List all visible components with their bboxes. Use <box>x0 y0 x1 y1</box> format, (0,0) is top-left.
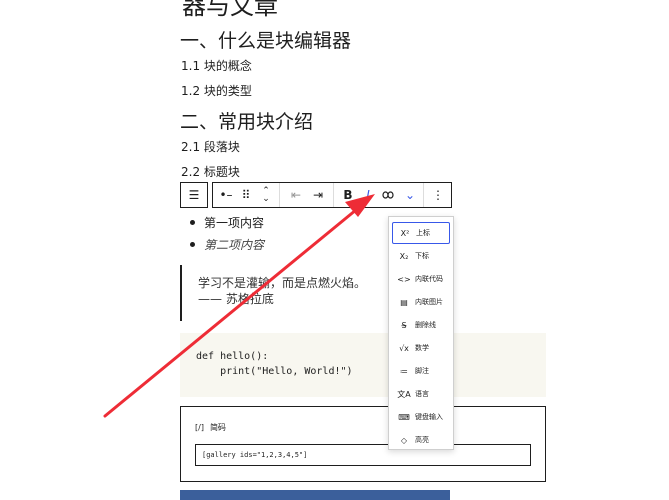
outdent-icon[interactable]: ⇤ <box>285 183 307 207</box>
language-icon: 文A <box>397 389 411 399</box>
bold-button[interactable]: B <box>337 183 359 207</box>
list-item[interactable]: 第一项内容 <box>190 212 264 234</box>
shortcode-icon: [/] <box>195 423 204 432</box>
shortcode-input[interactable]: [gallery ids="1,2,3,4,5"] <box>195 444 531 466</box>
menu-item-label: 内联图片 <box>415 298 443 306</box>
block-type-icon[interactable]: ☰ <box>183 183 205 207</box>
menu-item-label: 高亮 <box>415 436 429 444</box>
heading-paragraph-block[interactable]: 2.1 段落块 <box>181 138 240 155</box>
strikethrough-icon: S̶ <box>401 320 407 330</box>
drag-handle-icon[interactable]: ⠿ <box>235 183 257 207</box>
menu-item-label: 数学 <box>415 344 429 352</box>
menu-item-keyboard-input[interactable]: ⌨ 键盘输入 <box>392 406 450 428</box>
quote-citation: —— 苏格拉底 <box>198 292 274 306</box>
code-content: def hello(): print("Hello, World!") <box>196 351 353 377</box>
menu-item-subscript[interactable]: X₂ 下标 <box>392 245 450 267</box>
move-up-down-icon[interactable]: ⌃ ⌄ <box>255 183 277 207</box>
more-formats-dropdown: X² 上标 X₂ 下标 <> 内联代码 ▤ 内联图片 S̶ 删除线 √x 数学 … <box>388 216 454 450</box>
image-icon: ▤ <box>400 297 408 307</box>
menu-item-label: 内联代码 <box>415 275 443 283</box>
quote-block[interactable]: 学习不是灌输，而是点燃火焰。 —— 苏格拉底 <box>180 265 387 321</box>
footnote-icon: ≔ <box>400 366 408 376</box>
menu-item-label: 上标 <box>416 229 430 237</box>
list-item-text: 第一项内容 <box>204 216 265 230</box>
shortcode-block[interactable]: [/] 简码 [gallery ids="1,2,3,4,5"] <box>180 406 546 482</box>
heading-block-types[interactable]: 1.2 块的类型 <box>181 82 252 99</box>
menu-item-label: 键盘输入 <box>415 413 443 421</box>
heading-block-concept[interactable]: 1.1 块的概念 <box>181 57 252 74</box>
heading-what-is-block-editor[interactable]: 一、什么是块编辑器 <box>180 26 351 53</box>
toolbar-group-main: •– ⠿ ⌃ ⌄ ⇤ ⇥ B I ⌄ ⋮ <box>212 182 452 208</box>
menu-item-language[interactable]: 文A 语言 <box>392 383 450 405</box>
quote-text: 学习不是灌输，而是点燃火焰。 <box>198 276 367 290</box>
menu-item-footnote[interactable]: ≔ 脚注 <box>392 360 450 382</box>
menu-item-label: 语言 <box>415 390 429 398</box>
link-button[interactable] <box>377 183 399 207</box>
code-icon: <> <box>397 274 411 284</box>
gallery-image-strip <box>180 490 450 500</box>
math-icon: √x <box>399 343 409 353</box>
toolbar-group-type: ☰ <box>180 182 208 208</box>
subscript-icon: X₂ <box>399 251 409 261</box>
list-item-text: 第二项内容 <box>204 238 265 252</box>
italic-button[interactable]: I <box>357 183 379 207</box>
list-block[interactable]: 第一项内容 第二项内容 <box>190 212 264 256</box>
superscript-icon: X² <box>400 228 410 238</box>
code-block[interactable]: def hello(): print("Hello, World!") <box>180 333 546 397</box>
menu-item-strikethrough[interactable]: S̶ 删除线 <box>392 314 450 336</box>
options-icon[interactable]: ⋮ <box>427 183 449 207</box>
heading-common-blocks[interactable]: 二、常用块介绍 <box>180 107 313 134</box>
highlight-icon: ◇ <box>400 435 408 445</box>
list-style-icon[interactable]: •– <box>215 183 237 207</box>
keyboard-icon: ⌨ <box>398 412 410 422</box>
shortcode-label: [/] 简码 <box>195 423 226 432</box>
list-item[interactable]: 第二项内容 <box>190 234 264 256</box>
menu-item-math[interactable]: √x 数学 <box>392 337 450 359</box>
menu-item-inline-code[interactable]: <> 内联代码 <box>392 268 450 290</box>
heading-heading-block[interactable]: 2.2 标题块 <box>181 163 240 180</box>
menu-item-inline-image[interactable]: ▤ 内联图片 <box>392 291 450 313</box>
menu-item-label: 删除线 <box>415 321 436 329</box>
indent-icon[interactable]: ⇥ <box>307 183 329 207</box>
menu-item-highlight[interactable]: ◇ 高亮 <box>392 429 450 451</box>
page-title-partial: 器与文章 <box>182 0 278 20</box>
menu-item-superscript[interactable]: X² 上标 <box>392 222 450 244</box>
more-formats-chevron-icon[interactable]: ⌄ <box>399 183 421 207</box>
menu-item-label: 下标 <box>415 252 429 260</box>
menu-item-label: 脚注 <box>415 367 429 375</box>
